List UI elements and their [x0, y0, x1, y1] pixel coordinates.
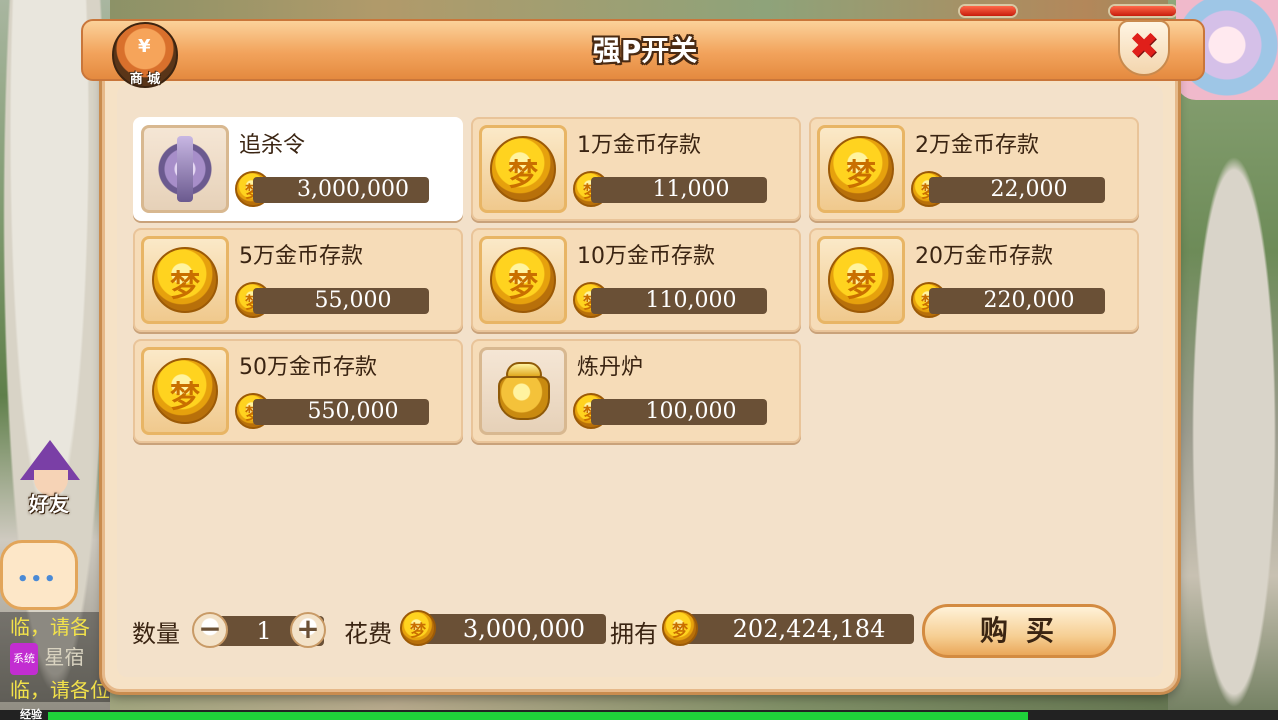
item-thumbnail: 梦 [141, 236, 229, 324]
yen-icon: ¥ [138, 36, 151, 57]
item-price: 550,000 [253, 399, 429, 425]
gold-coin-icon: 梦 [828, 247, 894, 313]
item-price: 22,000 [929, 177, 1105, 203]
gold-coin-icon: 梦 [828, 136, 894, 202]
experience-fill [48, 712, 1028, 720]
item-thumbnail: 梦 [817, 236, 905, 324]
quantity-label: 数量 [132, 620, 180, 648]
item-price: 110,000 [591, 288, 767, 314]
dream-coin-icon: 梦 [662, 610, 698, 646]
chase-token-icon [156, 136, 214, 202]
shop-badge[interactable]: ¥ 商 城 [112, 22, 178, 88]
item-thumbnail: 梦 [141, 347, 229, 435]
system-tag: 系统 [10, 642, 38, 675]
item-thumbnail: 梦 [817, 125, 905, 213]
close-button[interactable]: ✖ [1118, 20, 1170, 76]
shop-item[interactable]: 梦 5万金币存款 梦 55,000 [133, 228, 463, 332]
item-name: 1万金币存款 [577, 133, 701, 158]
purchase-footer: 数量 1 − + 花费 3,000,000 梦 拥有 202,424,184 梦… [130, 604, 1130, 660]
item-name: 50万金币存款 [239, 355, 377, 380]
gold-coin-icon: 梦 [490, 136, 556, 202]
item-thumbnail: 梦 [479, 236, 567, 324]
quantity-minus-button[interactable]: − [192, 612, 228, 648]
shop-item[interactable]: 梦 2万金币存款 梦 22,000 [809, 117, 1139, 221]
item-price: 55,000 [253, 288, 429, 314]
quantity-plus-button[interactable]: + [290, 612, 326, 648]
item-price: 220,000 [929, 288, 1105, 314]
item-price: 3,000,000 [253, 177, 429, 203]
gold-coin-icon: 梦 [152, 247, 218, 313]
scene-right-background [1168, 0, 1278, 720]
item-price: 11,000 [591, 177, 767, 203]
shop-item[interactable]: 梦 20万金币存款 梦 220,000 [809, 228, 1139, 332]
shop-item[interactable]: 梦 10万金币存款 梦 110,000 [471, 228, 801, 332]
friends-button[interactable]: 好友 [10, 440, 88, 520]
item-thumbnail [479, 347, 567, 435]
shop-item[interactable]: 梦 50万金币存款 梦 550,000 [133, 339, 463, 443]
item-name: 20万金币存款 [915, 244, 1053, 269]
panel-title: 强P开关 [592, 34, 698, 67]
shop-item[interactable]: 炼丹炉 梦 100,000 [471, 339, 801, 443]
alchemy-furnace-icon [492, 358, 556, 424]
item-thumbnail [141, 125, 229, 213]
owned-value: 202,424,184 [682, 614, 914, 644]
cost-value: 3,000,000 [420, 614, 606, 644]
shop-item[interactable]: 追杀令 梦 3,000,000 [133, 117, 463, 221]
chat-button[interactable]: ••• [0, 540, 78, 610]
shop-badge-label: 商 城 [129, 72, 161, 87]
item-name: 2万金币存款 [915, 133, 1039, 158]
shop-panel-header: 强P开关 [81, 19, 1205, 81]
item-thumbnail: 梦 [479, 125, 567, 213]
chat-line-text: 星宿 [44, 645, 85, 669]
chat-line: 系统 星宿 [10, 642, 110, 675]
item-name: 10万金币存款 [577, 244, 715, 269]
shop-item[interactable]: 梦 1万金币存款 梦 11,000 [471, 117, 801, 221]
owned-label: 拥有 [610, 620, 658, 648]
chat-line: 临，请各 [10, 615, 90, 639]
experience-bar: 经验 [0, 708, 1278, 720]
gold-coin-icon: 梦 [152, 358, 218, 424]
item-name: 炼丹炉 [577, 355, 644, 380]
mp-bar [1108, 4, 1178, 18]
item-name: 追杀令 [239, 133, 306, 158]
chat-dots-icon: ••• [17, 569, 58, 590]
hp-bar [958, 4, 1018, 18]
cost-label: 花费 [344, 620, 392, 648]
buy-button[interactable]: 购买 [922, 604, 1116, 658]
experience-label: 经验 [20, 708, 42, 720]
item-price: 100,000 [591, 399, 767, 425]
item-name: 5万金币存款 [239, 244, 363, 269]
chat-log: 临，请各 系统 星宿 临，请各位 [0, 612, 110, 702]
gold-coin-icon: 梦 [490, 247, 556, 313]
dream-coin-icon: 梦 [400, 610, 436, 646]
friends-label: 好友 [29, 492, 69, 516]
chat-line: 临，请各位 [10, 677, 110, 702]
close-icon: ✖ [1128, 26, 1160, 67]
